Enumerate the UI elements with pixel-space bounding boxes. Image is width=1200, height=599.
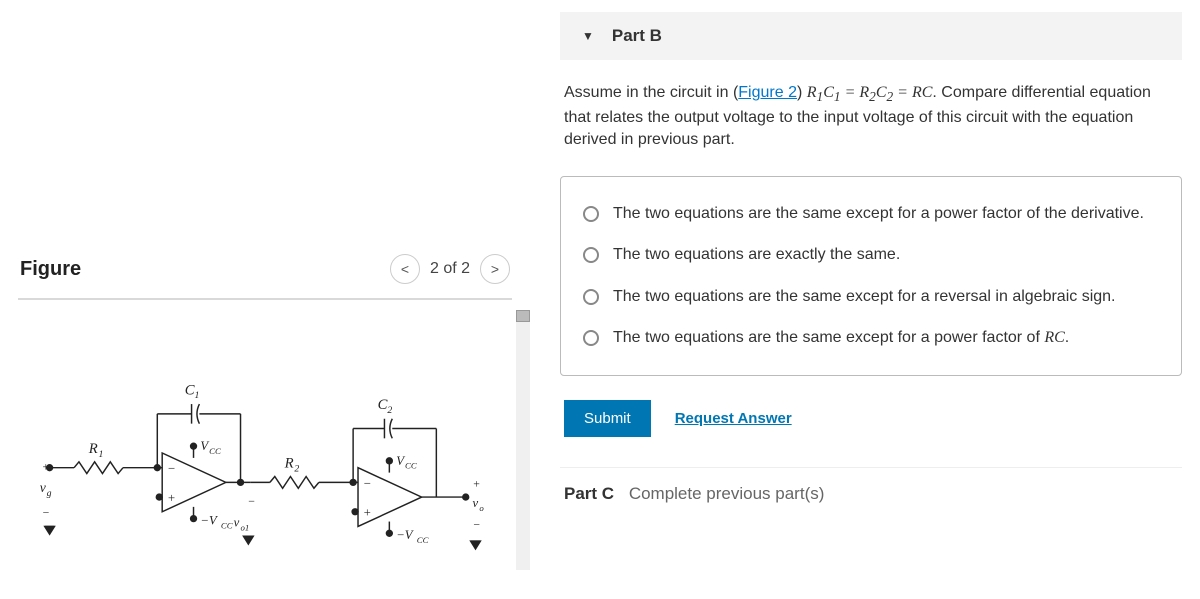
pager-text: 2 of 2 [430, 260, 470, 278]
collapse-icon: ▼ [582, 29, 594, 43]
radio-option-1[interactable] [583, 206, 599, 222]
svg-text:+: + [167, 491, 176, 505]
option-text: The two equations are the same except fo… [613, 203, 1159, 225]
part-c-label: Part C [564, 484, 614, 503]
svg-text:−: − [363, 476, 372, 490]
figure-pager: < 2 of 2 > [390, 254, 510, 284]
submit-button[interactable]: Submit [564, 400, 651, 437]
option-row[interactable]: The two equations are the same except fo… [579, 276, 1163, 318]
svg-text:g: g [47, 488, 52, 499]
option-text: The two equations are exactly the same. [613, 244, 1159, 266]
svg-text:V: V [200, 439, 209, 453]
svg-text:−: − [247, 495, 255, 508]
option-text: The two equations are the same except fo… [613, 286, 1159, 308]
part-c-row: Part C Complete previous part(s) [560, 467, 1182, 510]
svg-text:−V: −V [396, 528, 414, 542]
svg-text:o1: o1 [241, 522, 250, 532]
svg-text:v: v [234, 515, 240, 529]
svg-text:+: + [42, 461, 50, 474]
part-b-header[interactable]: ▼ Part B [560, 12, 1182, 60]
svg-text:v: v [473, 496, 479, 510]
option-row[interactable]: The two equations are the same except fo… [579, 317, 1163, 359]
svg-text:−: − [167, 462, 176, 476]
part-b-prompt: Assume in the circuit in (Figure 2) R1C1… [560, 82, 1182, 152]
svg-text:2: 2 [387, 405, 392, 416]
radio-option-3[interactable] [583, 289, 599, 305]
request-answer-link[interactable]: Request Answer [675, 410, 792, 427]
svg-text:2: 2 [294, 464, 299, 475]
answer-options: The two equations are the same except fo… [560, 176, 1182, 376]
circuit-figure: v g + − R 1 [20, 330, 510, 599]
svg-text:−: − [473, 518, 481, 531]
svg-text:V: V [396, 454, 405, 468]
radio-option-4[interactable] [583, 330, 599, 346]
figure-title: Figure [20, 258, 81, 281]
figure-2-link[interactable]: Figure 2 [738, 84, 797, 101]
svg-text:CC: CC [209, 446, 221, 456]
svg-text:1: 1 [99, 449, 104, 460]
svg-text:+: + [363, 506, 372, 520]
part-b-title: Part B [612, 26, 662, 46]
svg-text:R: R [88, 441, 98, 457]
svg-text:+: + [473, 477, 481, 490]
svg-text:1: 1 [195, 390, 200, 401]
svg-text:−V: −V [200, 513, 218, 527]
option-row[interactable]: The two equations are the same except fo… [579, 193, 1163, 235]
svg-text:C: C [185, 382, 195, 398]
pager-next-button[interactable]: > [480, 254, 510, 284]
part-c-text: Complete previous part(s) [629, 484, 825, 503]
radio-option-2[interactable] [583, 247, 599, 263]
svg-text:CC: CC [405, 461, 417, 471]
svg-text:R: R [284, 456, 294, 472]
pager-prev-button[interactable]: < [390, 254, 420, 284]
svg-text:o: o [479, 503, 484, 513]
option-row[interactable]: The two equations are exactly the same. [579, 234, 1163, 276]
option-text: The two equations are the same except fo… [613, 327, 1159, 349]
svg-text:C: C [378, 397, 388, 413]
svg-text:−: − [42, 507, 50, 520]
svg-text:CC: CC [221, 520, 233, 530]
svg-text:CC: CC [417, 535, 429, 545]
figure-scrollbar[interactable] [516, 310, 530, 570]
